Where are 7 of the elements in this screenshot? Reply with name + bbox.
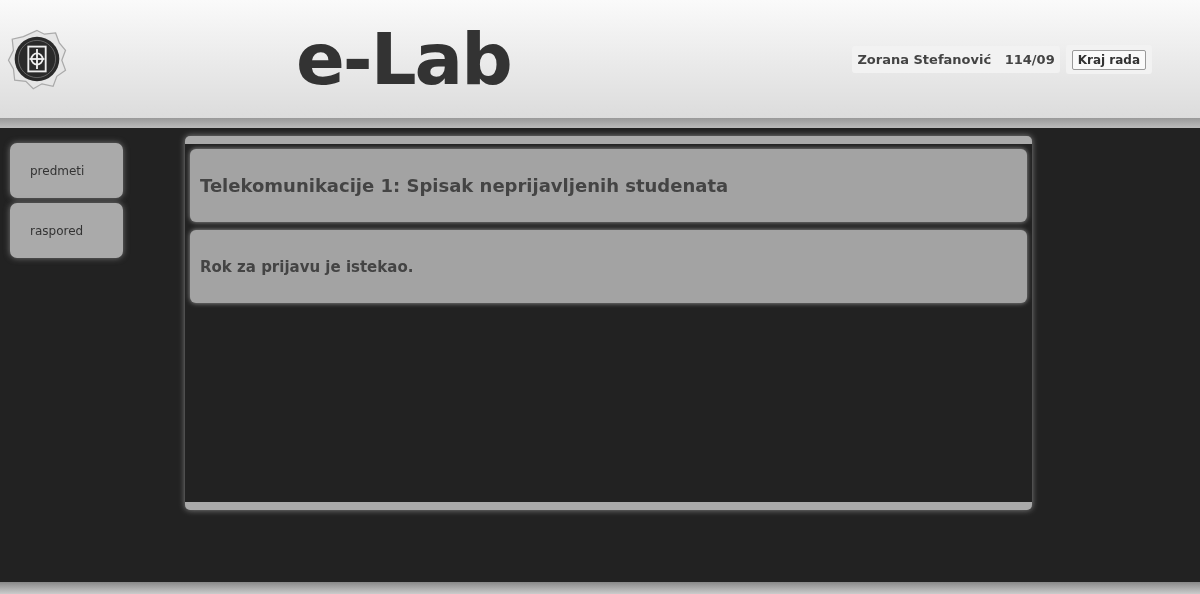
logout-button[interactable]: Kraj rada — [1071, 49, 1146, 70]
status-message: Rok za prijavu je istekao. — [200, 257, 414, 276]
page-title: Telekomunikacije 1: Spisak neprijavljenih studenata — [200, 175, 729, 196]
sidebar-item[interactable]: predmeti — [10, 143, 123, 198]
site-logo: e-Lab — [296, 17, 511, 101]
user-name: Zorana Stefanović 114/09 — [852, 45, 1060, 73]
sidebar-item[interactable]: raspored — [10, 203, 123, 258]
